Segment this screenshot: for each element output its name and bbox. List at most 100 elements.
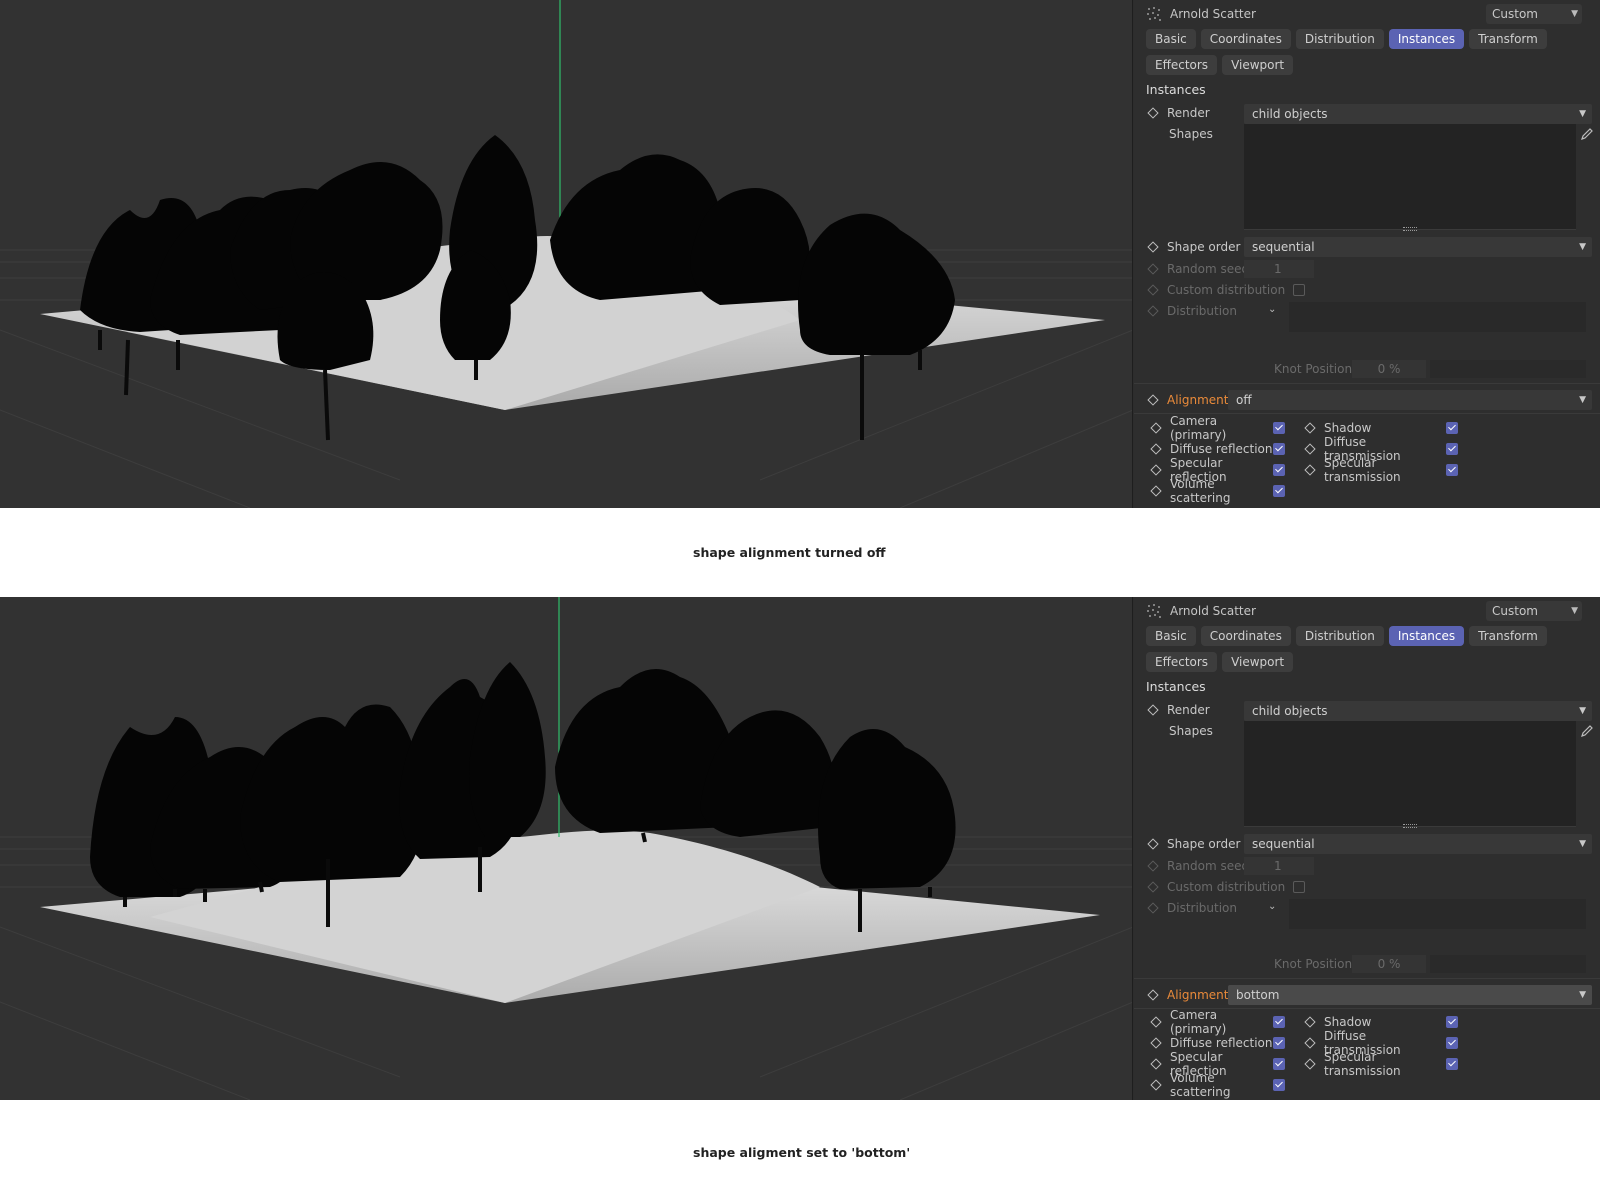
custom-distribution-label: Custom distribution [1167, 283, 1286, 297]
keyframe-icon[interactable] [1304, 443, 1316, 455]
keyframe-icon[interactable] [1304, 464, 1316, 476]
tab-instances[interactable]: Instances [1388, 626, 1465, 646]
tab-instances[interactable]: Instances [1388, 29, 1465, 49]
shadow-checkbox[interactable] [1446, 1016, 1458, 1028]
render-value: child objects [1252, 107, 1328, 121]
knot-position-label: Knot Position [1274, 362, 1353, 376]
shapes-list[interactable] [1244, 721, 1576, 828]
preset-dropdown[interactable]: Custom ▼ [1486, 601, 1582, 621]
render-dropdown[interactable]: child objects ▼ [1244, 701, 1592, 721]
diffuse-transmission-checkbox[interactable] [1446, 443, 1458, 455]
specular-reflection-checkbox[interactable] [1273, 464, 1285, 476]
tab-coordinates[interactable]: Coordinates [1200, 29, 1291, 49]
keyframe-icon[interactable] [1147, 989, 1159, 1001]
keyframe-icon[interactable] [1304, 1037, 1316, 1049]
scene-render [0, 597, 1132, 1100]
chevron-down-icon: ▼ [1571, 9, 1578, 19]
keyframe-icon[interactable] [1147, 838, 1159, 850]
tab-viewport[interactable]: Viewport [1222, 652, 1294, 672]
shadow-checkbox[interactable] [1446, 422, 1458, 434]
keyframe-icon[interactable] [1304, 1016, 1316, 1028]
tab-distribution[interactable]: Distribution [1295, 626, 1384, 646]
render-dropdown[interactable]: child objects ▼ [1244, 104, 1592, 124]
resize-grip-icon[interactable] [1403, 824, 1417, 828]
keyframe-icon [1147, 284, 1159, 296]
camera-primary-checkbox[interactable] [1273, 1016, 1285, 1028]
flag-label: Specular transmission [1324, 1050, 1401, 1078]
knot-position-slider[interactable] [1430, 360, 1586, 378]
flag-label: Camera (primary) [1170, 414, 1227, 442]
camera-primary-checkbox[interactable] [1273, 422, 1285, 434]
tab-effectors[interactable]: Effectors [1146, 55, 1218, 75]
tab-basic[interactable]: Basic [1146, 626, 1196, 646]
flag-camera-primary: Camera (primary) [1149, 414, 1285, 442]
volume-scattering-checkbox[interactable] [1273, 485, 1285, 497]
keyframe-icon[interactable] [1150, 464, 1162, 476]
keyframe-icon[interactable] [1304, 1058, 1316, 1070]
alignment-dropdown[interactable]: off ▼ [1228, 390, 1592, 410]
keyframe-icon[interactable] [1304, 422, 1316, 434]
pencil-icon[interactable] [1580, 724, 1594, 738]
scatter-icon [1147, 7, 1161, 21]
shape-order-row: Shape order [1146, 835, 1240, 853]
shapes-list[interactable] [1244, 124, 1576, 231]
shape-order-value: sequential [1252, 837, 1315, 851]
specular-transmission-checkbox[interactable] [1446, 1058, 1458, 1070]
chevron-down-icon[interactable]: ⌄ [1268, 901, 1276, 912]
shape-order-dropdown[interactable]: sequential ▼ [1244, 834, 1592, 854]
flag-label: Shadow [1324, 1015, 1372, 1029]
keyframe-icon[interactable] [1150, 1058, 1162, 1070]
keyframe-icon[interactable] [1150, 485, 1162, 497]
specular-reflection-checkbox[interactable] [1273, 1058, 1285, 1070]
random-seed-row: Random seed [1146, 857, 1249, 875]
custom-distribution-checkbox[interactable] [1293, 284, 1306, 296]
viewport-3d[interactable] [0, 0, 1133, 508]
keyframe-icon[interactable] [1150, 1079, 1162, 1091]
viewport-3d[interactable] [0, 597, 1133, 1100]
knot-position-slider[interactable] [1430, 955, 1586, 973]
keyframe-icon[interactable] [1150, 443, 1162, 455]
keyframe-icon[interactable] [1150, 1016, 1162, 1028]
random-seed-field[interactable]: 1 [1244, 857, 1314, 875]
diffuse-reflection-checkbox[interactable] [1273, 443, 1285, 455]
tab-transform[interactable]: Transform [1469, 29, 1547, 49]
panel-title: Arnold Scatter [1170, 604, 1256, 618]
tab-basic[interactable]: Basic [1146, 29, 1196, 49]
preset-dropdown[interactable]: Custom ▼ [1486, 4, 1582, 24]
shape-order-dropdown[interactable]: sequential ▼ [1244, 237, 1592, 257]
divider [1134, 383, 1600, 384]
tab-viewport[interactable]: Viewport [1222, 55, 1294, 75]
pencil-icon[interactable] [1580, 127, 1594, 141]
distribution-curve[interactable] [1289, 302, 1586, 332]
tab-coordinates[interactable]: Coordinates [1200, 626, 1291, 646]
tab-effectors[interactable]: Effectors [1146, 652, 1218, 672]
distribution-row: Distribution [1146, 899, 1237, 917]
random-seed-field[interactable]: 1 [1244, 260, 1314, 278]
keyframe-icon[interactable] [1147, 704, 1159, 716]
volume-scattering-checkbox[interactable] [1273, 1079, 1285, 1091]
resize-grip-icon[interactable] [1403, 227, 1417, 231]
diffuse-transmission-checkbox[interactable] [1446, 1037, 1458, 1049]
custom-distribution-checkbox[interactable] [1293, 881, 1306, 893]
keyframe-icon[interactable] [1150, 422, 1162, 434]
knot-position-field[interactable]: 0 % [1352, 360, 1426, 378]
render-row: Render [1146, 104, 1210, 122]
distribution-curve[interactable] [1289, 899, 1586, 929]
keyframe-icon [1147, 305, 1159, 317]
keyframe-icon[interactable] [1147, 394, 1159, 406]
knot-position-field[interactable]: 0 % [1352, 955, 1426, 973]
chevron-down-icon[interactable]: ⌄ [1268, 304, 1276, 315]
tab-transform[interactable]: Transform [1469, 626, 1547, 646]
keyframe-icon[interactable] [1150, 1037, 1162, 1049]
diffuse-reflection-checkbox[interactable] [1273, 1037, 1285, 1049]
keyframe-icon [1147, 263, 1159, 275]
keyframe-icon[interactable] [1147, 241, 1159, 253]
shapes-row: Shapes [1169, 125, 1213, 143]
tab-bar: Basic Coordinates Distribution Instances… [1146, 626, 1586, 672]
keyframe-icon[interactable] [1147, 107, 1159, 119]
chevron-down-icon: ▼ [1579, 990, 1586, 1000]
alignment-dropdown[interactable]: bottom ▼ [1228, 985, 1592, 1005]
render-row: Render [1146, 701, 1210, 719]
specular-transmission-checkbox[interactable] [1446, 464, 1458, 476]
tab-distribution[interactable]: Distribution [1295, 29, 1384, 49]
